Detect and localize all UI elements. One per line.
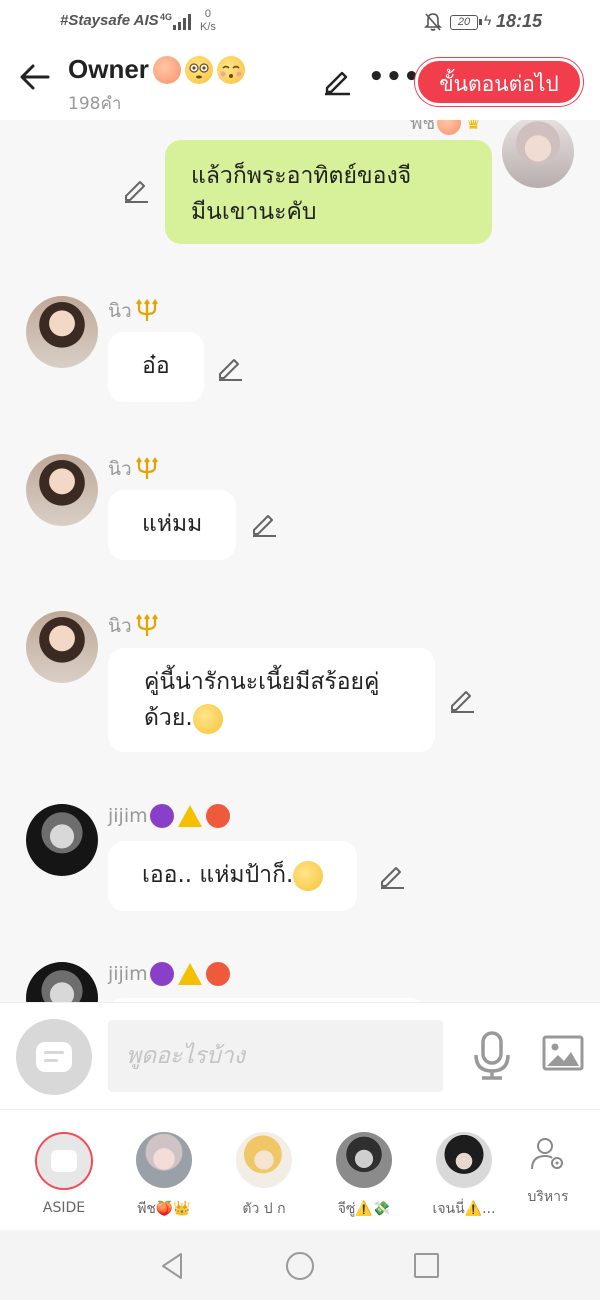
edit-pencil-icon[interactable] bbox=[250, 510, 278, 538]
edit-pencil-icon[interactable] bbox=[216, 354, 244, 382]
hot-face-emoji-icon bbox=[205, 804, 230, 828]
tab-aside[interactable]: ASIDE bbox=[14, 1132, 114, 1216]
tab-character[interactable]: ตัว ป ก bbox=[214, 1132, 314, 1220]
avatar[interactable] bbox=[26, 804, 98, 876]
peach-emoji-icon bbox=[152, 55, 181, 84]
network-type: 4G bbox=[160, 12, 173, 22]
chat-bubble[interactable]: แห่มม bbox=[108, 490, 237, 560]
peach-emoji-icon bbox=[437, 120, 462, 135]
flushed-face-emoji-icon bbox=[293, 860, 324, 891]
crown-emoji-icon: ♛ bbox=[465, 120, 482, 134]
signal-icon bbox=[173, 14, 191, 30]
edit-pencil-icon[interactable] bbox=[378, 862, 406, 890]
aside-toggle-button[interactable] bbox=[16, 1019, 92, 1095]
user-settings-icon bbox=[531, 1138, 563, 1170]
avatar bbox=[236, 1132, 292, 1188]
avatar[interactable] bbox=[26, 962, 98, 1002]
devil-emoji-icon bbox=[149, 804, 174, 828]
story-title: Owner bbox=[68, 54, 249, 85]
speech-bubble-icon bbox=[36, 1042, 72, 1072]
compose-bar bbox=[0, 1002, 600, 1110]
message-sender: พีช ♛ bbox=[410, 120, 482, 138]
avatar bbox=[136, 1132, 192, 1188]
more-options-icon[interactable]: ••• bbox=[368, 64, 421, 90]
nav-recents-icon[interactable] bbox=[414, 1253, 439, 1278]
tab-character[interactable]: จีซู่⚠️💸 bbox=[314, 1132, 414, 1220]
warning-emoji-icon bbox=[177, 805, 202, 827]
message-input[interactable] bbox=[108, 1020, 443, 1092]
nav-home-icon[interactable] bbox=[286, 1252, 314, 1280]
back-arrow-icon[interactable] bbox=[18, 60, 52, 94]
edit-pencil-icon[interactable] bbox=[322, 66, 352, 96]
flushed-face-emoji-icon bbox=[184, 55, 213, 84]
charging-icon: ϟ bbox=[484, 12, 492, 28]
hot-face-emoji-icon bbox=[205, 962, 230, 986]
system-navigation-bar bbox=[0, 1230, 600, 1300]
kissing-face-emoji-icon bbox=[216, 55, 245, 84]
avatar[interactable] bbox=[502, 120, 574, 188]
tab-character[interactable]: พีช🍑👑 bbox=[114, 1132, 214, 1220]
chat-header: Owner 198คำ ••• ขั้นตอนต่อไป bbox=[0, 44, 600, 120]
message-sender: jijim bbox=[108, 962, 234, 986]
battery-icon: 20 bbox=[450, 15, 482, 30]
trident-emoji-icon bbox=[135, 299, 158, 321]
message-sender: นิว bbox=[108, 296, 160, 326]
message-sender: jijim bbox=[108, 804, 234, 828]
clock: 18:15 bbox=[496, 11, 543, 31]
chat-bubble[interactable]: คู่นี้น่ารักนะเนี้ยมีสร้อยคู่ ด้วย. bbox=[108, 648, 435, 752]
next-step-button[interactable]: ขั้นตอนต่อไป bbox=[415, 58, 583, 106]
status-bar: #Staysafe AIS 4G 0 K/s 20 ϟ 18:15 bbox=[0, 0, 600, 44]
trident-emoji-icon bbox=[135, 457, 158, 479]
avatar bbox=[436, 1132, 492, 1188]
message-sender: นิว bbox=[108, 611, 160, 641]
chat-area: พีช ♛ แล้วก็พระอาทิตย์ของจี มีนเขานะคับ … bbox=[0, 120, 600, 1002]
word-count: 198คำ bbox=[68, 94, 122, 114]
message-sender: นิว bbox=[108, 454, 160, 484]
warning-emoji-icon bbox=[177, 963, 202, 985]
chat-bubble[interactable]: อ๋อ bbox=[108, 332, 204, 402]
edit-pencil-icon[interactable] bbox=[122, 176, 150, 204]
aside-icon bbox=[35, 1132, 93, 1190]
muted-bell-icon bbox=[424, 13, 442, 31]
character-tabs: ASIDE พีช🍑👑 ตัว ป ก จีซู่⚠️💸 เจนนี่⚠️...… bbox=[0, 1110, 600, 1230]
avatar[interactable] bbox=[26, 611, 98, 683]
image-gallery-icon[interactable] bbox=[542, 1035, 584, 1071]
avatar[interactable] bbox=[26, 296, 98, 368]
network-speed: 0 K/s bbox=[200, 8, 216, 33]
avatar bbox=[336, 1132, 392, 1188]
trident-emoji-icon bbox=[135, 614, 158, 636]
nav-back-icon[interactable] bbox=[160, 1252, 184, 1280]
hand-over-mouth-emoji-icon bbox=[192, 703, 223, 734]
avatar[interactable] bbox=[26, 454, 98, 526]
carrier-name: #Staysafe AIS bbox=[60, 12, 159, 29]
devil-emoji-icon bbox=[149, 962, 174, 986]
chat-bubble[interactable]: เออ.. แห่มป้าก็. bbox=[108, 841, 358, 911]
tab-manage[interactable]: บริหาร bbox=[498, 1136, 598, 1208]
edit-pencil-icon[interactable] bbox=[448, 686, 476, 714]
chat-bubble[interactable]: แล้วก็พระอาทิตย์ของจี มีนเขานะคับ bbox=[165, 140, 492, 244]
microphone-icon[interactable] bbox=[472, 1031, 512, 1081]
